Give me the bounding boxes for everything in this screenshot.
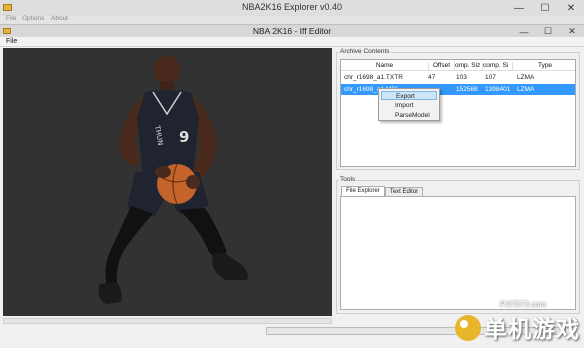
file-explorer-panel [340, 196, 576, 310]
list-row-selected[interactable]: chr_r1698_a1.MDL 152568 1398401 LZMA [341, 84, 575, 95]
context-menu: Export Import ParseModel [378, 88, 440, 121]
context-menu-export[interactable]: Export [381, 91, 437, 100]
svg-text:9: 9 [179, 128, 189, 146]
main-menubar: File Options About [0, 15, 584, 24]
column-type[interactable]: Type [513, 62, 575, 71]
tab-text-editor[interactable]: Text Editor [385, 187, 423, 196]
watermark-text: 单机游戏 [484, 317, 580, 343]
row-decomp-size: 1398401 [485, 86, 511, 93]
tools-label: Tools [339, 176, 357, 183]
texture-preview: THUN 9 [3, 48, 332, 316]
maximize-button[interactable]: ☐ [532, 0, 558, 16]
minimize-button[interactable]: — [506, 0, 532, 16]
iff-editor-titlebar: NBA 2K16 - Iff Editor — ☐ ✕ [0, 24, 584, 37]
row-comp-size: 103 [456, 74, 467, 81]
tab-file-explorer[interactable]: File Explorer [341, 186, 385, 196]
row-type: LZMA [517, 86, 535, 93]
list-row[interactable]: chr_r1698_a1.TXTR 47 103 107 LZMA [341, 72, 575, 83]
row-name: chr_r1698_a1.TXTR [344, 74, 403, 81]
column-comp-size[interactable]: omp. Siz [455, 62, 483, 71]
menu-file[interactable]: File [6, 15, 16, 22]
preview-scrollbar[interactable] [3, 318, 332, 324]
basketball-player-image: THUN 9 [98, 55, 248, 304]
column-name[interactable]: Name [341, 62, 429, 71]
main-window-titlebar: NBA2K16 Explorer v0.40 — ☐ ✕ [0, 0, 584, 16]
context-menu-parse-model[interactable]: ParseModel [381, 111, 437, 120]
archive-file-list[interactable]: Name Offset omp. Siz comp. Si Type chr_r… [340, 59, 576, 167]
main-window-title: NBA2K16 Explorer v0.40 [241, 2, 343, 12]
editor-menubar: File [0, 37, 584, 47]
column-decomp-size[interactable]: comp. Si [483, 62, 513, 71]
row-type: LZMA [517, 74, 535, 81]
editor-menu-file[interactable]: File [6, 38, 17, 45]
list-header: Name Offset omp. Siz comp. Si Type [341, 60, 575, 71]
row-decomp-size: 107 [485, 74, 496, 81]
row-comp-size: 152568 [456, 86, 478, 93]
context-menu-import[interactable]: Import [381, 101, 437, 110]
row-offset: 47 [428, 74, 436, 81]
archive-contents-label: Archive Contents [339, 48, 391, 55]
iff-editor-title: NBA 2K16 - Iff Editor [252, 26, 332, 36]
watermark-url: P.07073.com [500, 300, 547, 309]
column-offset[interactable]: Offset [429, 62, 455, 71]
menu-about[interactable]: About [51, 15, 68, 22]
close-button[interactable]: ✕ [558, 0, 584, 16]
menu-options[interactable]: Options [22, 15, 44, 22]
